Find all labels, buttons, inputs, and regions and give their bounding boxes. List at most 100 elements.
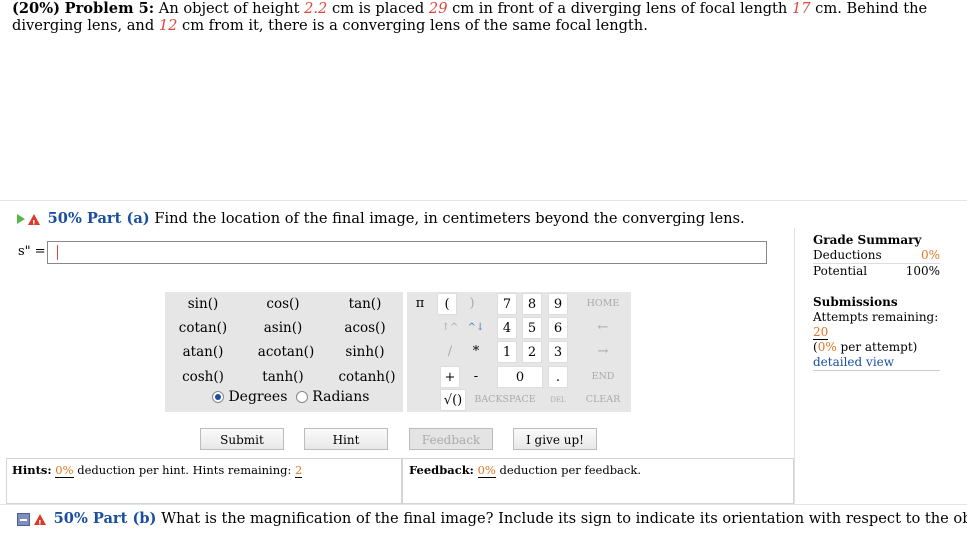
- object-distance: 29: [428, 0, 448, 17]
- deductions-value: 0%: [920, 248, 940, 262]
- clear-key[interactable]: CLEAR: [578, 389, 628, 411]
- cosh-button[interactable]: cosh(): [172, 366, 234, 388]
- feedback-text: deduction per feedback.: [495, 463, 641, 477]
- warning-icon: [28, 213, 40, 233]
- hints-info: Hints: 0% deduction per hint. Hints rema…: [12, 463, 303, 478]
- cotan-button[interactable]: cotan(): [172, 317, 234, 339]
- warning-icon: [34, 513, 46, 533]
- minus-key[interactable]: -: [466, 366, 486, 388]
- up-arrow-key[interactable]: ↑^: [440, 317, 460, 339]
- sqrt-key[interactable]: √(): [440, 389, 466, 411]
- hint-button[interactable]: Hint: [304, 428, 388, 450]
- asin-button[interactable]: asin(): [252, 317, 314, 339]
- degrees-label: Degrees: [228, 389, 288, 405]
- key-9[interactable]: 9: [548, 293, 568, 315]
- key-1[interactable]: 1: [497, 341, 517, 363]
- divide-key[interactable]: /: [440, 341, 460, 363]
- lens-separation: 12: [158, 17, 178, 34]
- problem-text: cm from it, there is a converging lens o…: [177, 17, 648, 34]
- part-b-question: What is the magnification of the final i…: [161, 510, 967, 527]
- expand-triangle-icon[interactable]: [17, 214, 25, 224]
- divider: [0, 504, 967, 505]
- deductions-row: Deductions 0%: [813, 248, 940, 264]
- sinh-button[interactable]: sinh(): [331, 341, 399, 363]
- pi-key[interactable]: π: [410, 293, 430, 315]
- acotan-button[interactable]: acotan(): [252, 341, 320, 363]
- key-2[interactable]: 2: [522, 341, 542, 363]
- acos-button[interactable]: acos(): [331, 317, 399, 339]
- decimal-key[interactable]: .: [548, 366, 568, 388]
- divider: [0, 200, 967, 201]
- potential-row: Potential 100%: [813, 264, 940, 279]
- delete-key[interactable]: DEL: [548, 389, 568, 411]
- sin-button[interactable]: sin(): [172, 293, 234, 315]
- give-up-button[interactable]: I give up!: [513, 428, 597, 450]
- key-4[interactable]: 4: [497, 317, 517, 339]
- key-6[interactable]: 6: [548, 317, 568, 339]
- radians-label: Radians: [312, 389, 370, 405]
- per-attempt-deduction: 0%: [817, 340, 837, 354]
- part-a-header: 50% Part (a) Find the location of the fi…: [17, 210, 745, 233]
- submit-button[interactable]: Submit: [200, 428, 284, 450]
- problem-percent: (20%): [12, 0, 60, 17]
- submissions-title: Submissions: [813, 295, 898, 309]
- sidebar-divider: [794, 228, 795, 504]
- attempts-remaining: 20: [813, 325, 829, 340]
- problem-text: An object of height: [154, 0, 305, 17]
- part-a-percent: 50% Part (a): [47, 210, 150, 227]
- attempts-row: Attempts remaining: 20: [813, 310, 940, 340]
- attempts-label: Attempts remaining:: [813, 310, 939, 324]
- deductions-label: Deductions: [813, 248, 882, 262]
- left-arrow-key[interactable]: ←: [578, 317, 628, 339]
- angle-mode-group: Degrees Radians: [212, 389, 369, 405]
- hints-remaining: 2: [295, 463, 303, 478]
- object-height: 2.2: [304, 0, 328, 17]
- down-arrow-key[interactable]: ^↓: [466, 317, 486, 339]
- hints-text: deduction per hint. Hints remaining:: [73, 463, 292, 477]
- multiply-key[interactable]: *: [466, 341, 486, 363]
- potential-value: 100%: [905, 264, 940, 278]
- feedback-info: Feedback: 0% deduction per feedback.: [409, 463, 641, 478]
- right-paren-key[interactable]: ): [462, 293, 482, 315]
- feedback-label: Feedback:: [409, 463, 474, 477]
- problem-statement: (20%) Problem 5: An object of height 2.2…: [12, 0, 952, 34]
- problem-label: Problem 5:: [64, 0, 155, 17]
- cotanh-button[interactable]: cotanh(): [331, 366, 403, 388]
- potential-label: Potential: [813, 264, 868, 278]
- cos-button[interactable]: cos(): [252, 293, 314, 315]
- key-5[interactable]: 5: [522, 317, 542, 339]
- radians-radio[interactable]: [295, 391, 308, 403]
- problem-text: cm is placed: [327, 0, 429, 17]
- atan-button[interactable]: atan(): [172, 341, 234, 363]
- per-attempt-text: per attempt): [836, 340, 918, 354]
- end-key[interactable]: END: [578, 366, 628, 388]
- left-paren-key[interactable]: (: [437, 293, 457, 315]
- hints-label: Hints:: [12, 463, 52, 477]
- submissions-panel: Submissions Attempts remaining: 20 (0% p…: [813, 295, 940, 371]
- plus-key[interactable]: +: [440, 366, 460, 388]
- text-cursor: [57, 245, 58, 260]
- problem-text: cm in front of a diverging lens of focal…: [447, 0, 792, 17]
- feedback-button[interactable]: Feedback: [409, 428, 493, 450]
- focal-length: 17: [791, 0, 811, 17]
- backspace-key[interactable]: BACKSPACE: [470, 389, 540, 411]
- feedback-deduction: 0%: [477, 463, 496, 478]
- part-b-percent: 50% Part (b): [53, 510, 157, 527]
- key-0[interactable]: 0: [497, 366, 543, 388]
- tan-button[interactable]: tan(): [331, 293, 399, 315]
- degrees-radio[interactable]: [212, 391, 224, 403]
- part-a-question: Find the location of the final image, in…: [154, 210, 745, 227]
- answer-input[interactable]: [47, 241, 767, 264]
- answer-variable-label: s" =: [18, 244, 46, 259]
- grade-summary-title: Grade Summary: [813, 233, 922, 247]
- tanh-button[interactable]: tanh(): [252, 366, 314, 388]
- right-arrow-key[interactable]: →: [578, 341, 628, 363]
- part-b-header: 50% Part (b) What is the magnification o…: [17, 510, 967, 533]
- key-3[interactable]: 3: [548, 341, 568, 363]
- key-7[interactable]: 7: [497, 293, 517, 315]
- key-8[interactable]: 8: [522, 293, 542, 315]
- detailed-view-link[interactable]: detailed view: [813, 355, 940, 371]
- collapse-icon[interactable]: [17, 512, 30, 526]
- per-attempt-row: (0% per attempt): [813, 340, 940, 355]
- home-key[interactable]: HOME: [578, 293, 628, 315]
